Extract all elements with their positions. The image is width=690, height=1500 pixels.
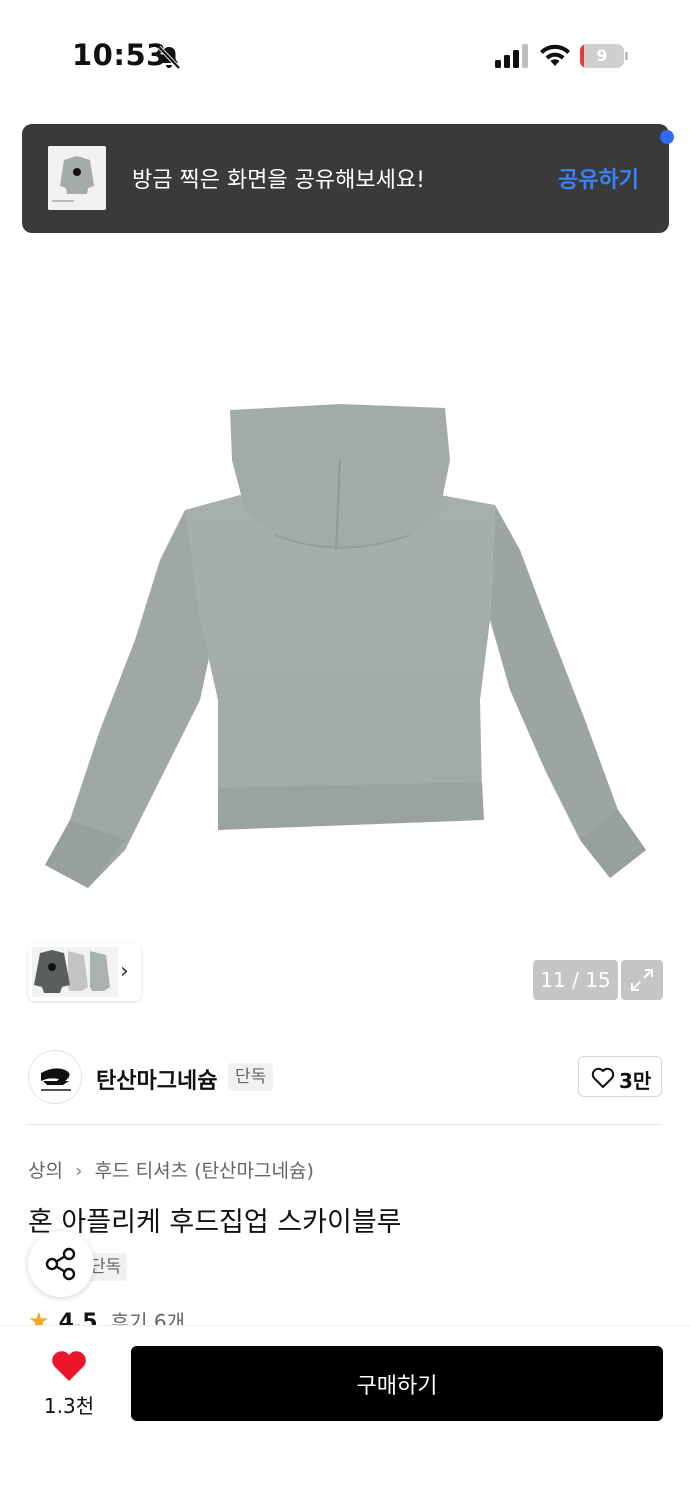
toast-message: 방금 찍은 화면을 공유해보세요!	[132, 168, 425, 193]
brand-name[interactable]: 탄산마그네슘	[96, 1063, 217, 1095]
signal-icon	[495, 44, 528, 68]
status-bar: 10:53 9	[0, 0, 690, 110]
rating-value: 4.5	[58, 1310, 98, 1326]
chevron-right-icon: ›	[120, 959, 129, 984]
star-icon: ★	[28, 1307, 50, 1326]
heart-filled-icon	[52, 1351, 86, 1381]
bell-slash-icon	[157, 45, 181, 70]
heart-outline-icon	[591, 1067, 615, 1088]
share-icon	[45, 1247, 76, 1281]
buy-button[interactable]: 구매하기	[131, 1346, 663, 1421]
wifi-icon	[540, 44, 570, 66]
image-thumbnails[interactable]: ›	[28, 943, 141, 1001]
share-button[interactable]	[28, 1231, 94, 1297]
screenshot-thumbnail	[48, 146, 106, 210]
share-toast: 방금 찍은 화면을 공유해보세요! 공유하기	[22, 124, 669, 233]
divider	[28, 1124, 662, 1125]
thumbnail-images	[32, 947, 118, 997]
breadcrumb-item[interactable]: 후드 티셔츠 (탄산마그네슘)	[95, 1160, 314, 1182]
battery-icon: 9	[580, 44, 628, 68]
hoodie-image	[45, 404, 646, 888]
review-count[interactable]: 후기 6개	[111, 1310, 185, 1326]
battery-level: 9	[596, 46, 608, 65]
brand-like-button[interactable]: 3만	[578, 1056, 662, 1097]
chevron-right-icon: ›	[75, 1160, 83, 1182]
breadcrumb: 상의 › 후드 티셔츠 (탄산마그네슘)	[28, 1156, 320, 1183]
status-time: 10:53	[72, 38, 167, 72]
share-now-button[interactable]: 공유하기	[558, 162, 639, 194]
brand-logo[interactable]	[28, 1050, 82, 1104]
wishlist-button[interactable]: 1.3천	[30, 1350, 108, 1420]
exclusive-badge: 단독	[228, 1063, 274, 1091]
expand-icon[interactable]	[621, 960, 663, 1000]
product-title: 혼 아플리케 후드집업 스카이블루	[28, 1207, 402, 1238]
breadcrumb-item[interactable]: 상의	[28, 1160, 63, 1182]
wishlist-count: 1.3천	[43, 1394, 95, 1418]
indicator-dot	[660, 130, 674, 144]
rating-row[interactable]: ★ 4.5 후기 6개	[28, 1306, 185, 1326]
image-counter: 11 / 15	[533, 960, 618, 1000]
brand-like-count: 3만	[619, 1069, 652, 1093]
